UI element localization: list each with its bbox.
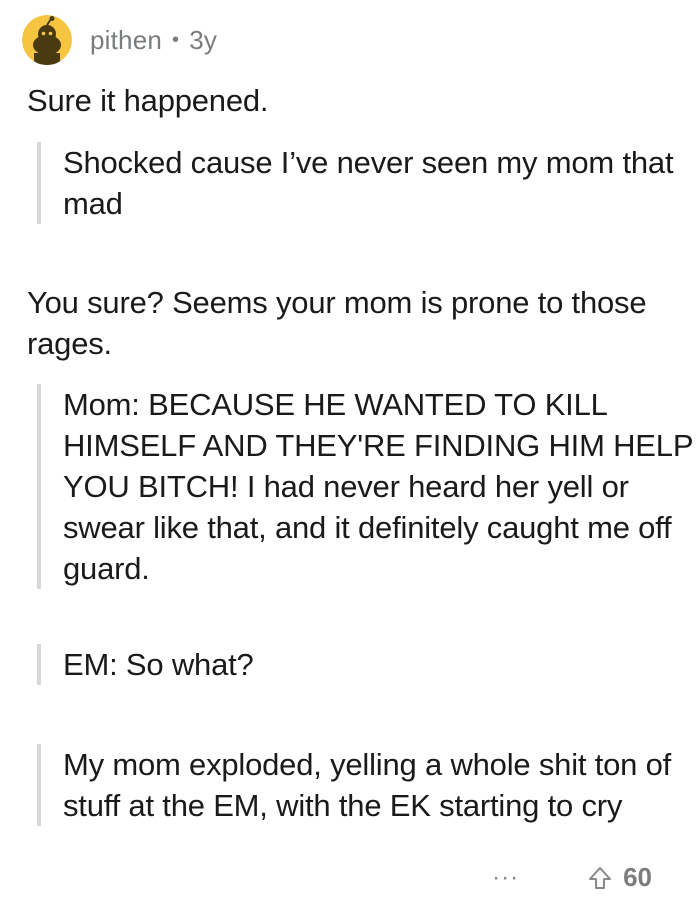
comment-header: pithen • 3y <box>22 12 217 68</box>
snoo-avatar-icon <box>22 15 72 65</box>
comment-actions: ··· 60 <box>492 862 652 893</box>
upvote-button[interactable]: 60 <box>587 862 652 893</box>
meta-separator: • <box>172 28 180 51</box>
vote-score: 60 <box>623 862 652 892</box>
quote-text: My mom exploded, yelling a whole shit to… <box>63 747 672 823</box>
comment-age: 3y <box>189 24 218 55</box>
quote-text: EM: So what? <box>63 647 254 682</box>
quote-text: Shocked cause I’ve never seen my mom tha… <box>63 145 674 221</box>
comment-paragraph: Sure it happened. <box>27 83 269 118</box>
blockquote: Shocked cause I’ve never seen my mom tha… <box>37 142 700 224</box>
avatar[interactable] <box>22 15 72 65</box>
comment-meta: pithen • 3y <box>90 25 217 56</box>
more-options-icon[interactable]: ··· <box>492 865 519 890</box>
blockquote: My mom exploded, yelling a whole shit to… <box>37 744 700 826</box>
upvote-arrow-icon <box>589 866 612 889</box>
blockquote: Mom: BECAUSE HE WANTED TO KILL HIMSELF A… <box>37 384 700 589</box>
comment-paragraph: You sure? Seems your mom is prone to tho… <box>27 285 647 361</box>
blockquote: EM: So what? <box>37 644 700 685</box>
author-name[interactable]: pithen <box>90 25 162 56</box>
quote-text: Mom: BECAUSE HE WANTED TO KILL HIMSELF A… <box>63 387 693 586</box>
